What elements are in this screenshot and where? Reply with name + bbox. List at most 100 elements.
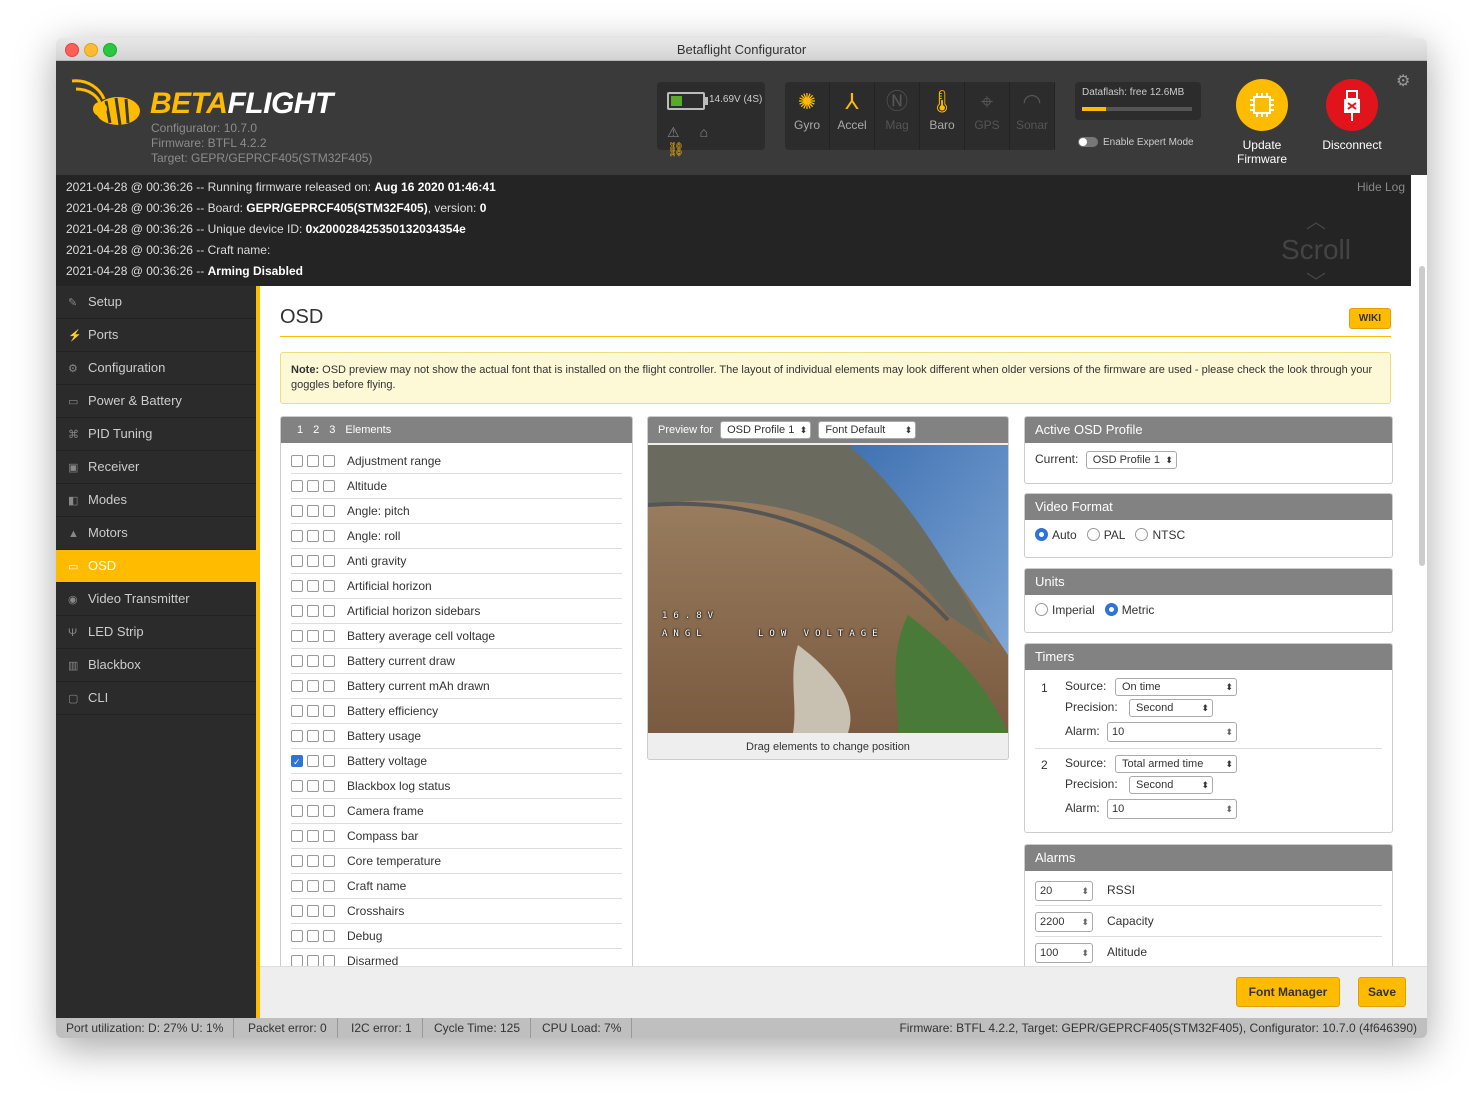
profile-1-checkbox[interactable]	[291, 929, 303, 942]
profile-2-checkbox[interactable]	[307, 929, 319, 942]
profile-1-checkbox[interactable]	[291, 779, 303, 792]
alarm-value-input[interactable]: 20	[1035, 880, 1093, 901]
profile-3-checkbox[interactable]	[323, 854, 335, 867]
profile-2-checkbox[interactable]	[307, 704, 319, 717]
profile-2-checkbox[interactable]	[307, 754, 319, 767]
profile-3-checkbox[interactable]	[323, 754, 335, 767]
profile-1-checkbox[interactable]	[291, 829, 303, 842]
sidebar-item-cli[interactable]: ▢ CLI	[56, 682, 256, 715]
sidebar-item-pid-tuning[interactable]: ⌘ PID Tuning	[56, 418, 256, 451]
profile-2-checkbox[interactable]	[307, 529, 319, 542]
profile-3-checkbox[interactable]	[323, 779, 335, 792]
sidebar-item-setup[interactable]: ✎ Setup	[56, 286, 256, 319]
expert-mode-toggle[interactable]: Enable Expert Mode	[1078, 137, 1194, 148]
profile-1-checkbox[interactable]	[291, 504, 303, 517]
radio-button[interactable]	[1086, 528, 1100, 542]
profile-3-checkbox[interactable]	[323, 479, 335, 492]
profile-2-checkbox[interactable]	[307, 454, 319, 467]
profile-3-checkbox[interactable]	[323, 654, 335, 667]
sidebar-item-led-strip[interactable]: Ψ LED Strip	[56, 616, 256, 649]
profile-3-checkbox[interactable]	[323, 929, 335, 942]
profile-1-checkbox[interactable]	[291, 454, 303, 467]
sidebar-item-motors[interactable]: ▲ Motors	[56, 517, 256, 550]
hide-log-link[interactable]: Hide Log	[1357, 180, 1405, 194]
radio-button[interactable]	[1104, 603, 1118, 617]
osd-warning-element[interactable]: LOW VOLTAGE	[758, 629, 884, 639]
disconnect-label[interactable]: Disconnect	[1312, 138, 1392, 152]
profile-2-checkbox[interactable]	[307, 804, 319, 817]
profile-3-checkbox[interactable]	[323, 629, 335, 642]
profile-2-checkbox[interactable]	[307, 679, 319, 692]
profile-1-checkbox[interactable]	[291, 954, 303, 966]
profile-3-checkbox[interactable]	[323, 554, 335, 567]
font-select[interactable]: Font Default	[818, 421, 917, 439]
profile-3-checkbox[interactable]	[323, 829, 335, 842]
profile-2-checkbox[interactable]	[307, 579, 319, 592]
profile-1-checkbox[interactable]	[291, 729, 303, 742]
profile-2-checkbox[interactable]	[307, 604, 319, 617]
profile-2-checkbox[interactable]	[307, 554, 319, 567]
osd-angle-element[interactable]: ANGL	[662, 629, 708, 639]
timer-alarm-input[interactable]: 10	[1107, 799, 1237, 819]
video-format-option-ntsc[interactable]: NTSC	[1135, 528, 1185, 542]
profile-2-checkbox[interactable]	[307, 829, 319, 842]
preview-profile-select[interactable]: OSD Profile 1	[720, 421, 812, 439]
sidebar-item-receiver[interactable]: ▣ Receiver	[56, 451, 256, 484]
profile-2-checkbox[interactable]	[307, 729, 319, 742]
timer-precision-select[interactable]: Second	[1129, 776, 1213, 794]
osd-voltage-element[interactable]: 16.8V	[662, 611, 719, 621]
page-scrollbar[interactable]	[1419, 266, 1425, 566]
profile-2-checkbox[interactable]	[307, 904, 319, 917]
alarm-value-input[interactable]: 2200	[1035, 911, 1093, 932]
profile-2-checkbox[interactable]	[307, 854, 319, 867]
timer-alarm-input[interactable]: 10	[1107, 722, 1237, 742]
profile-3-checkbox[interactable]	[323, 504, 335, 517]
profile-3-checkbox[interactable]	[323, 604, 335, 617]
profile-2-checkbox[interactable]	[307, 879, 319, 892]
sidebar-item-blackbox[interactable]: ▥ Blackbox	[56, 649, 256, 682]
profile-3-checkbox[interactable]	[323, 954, 335, 966]
profile-1-checkbox[interactable]	[291, 750, 303, 774]
profile-1-checkbox[interactable]	[291, 904, 303, 917]
profile-1-checkbox[interactable]	[291, 654, 303, 667]
profile-3-checkbox[interactable]	[323, 529, 335, 542]
profile-3-checkbox[interactable]	[323, 904, 335, 917]
profile-3-checkbox[interactable]	[323, 879, 335, 892]
current-profile-select[interactable]: OSD Profile 1	[1085, 451, 1177, 469]
profile-1-checkbox[interactable]	[291, 479, 303, 492]
radio-button[interactable]	[1035, 528, 1048, 542]
font-manager-button[interactable]: Font Manager	[1236, 977, 1340, 1007]
profile-2-checkbox[interactable]	[307, 504, 319, 517]
radio-button[interactable]	[1035, 603, 1048, 617]
profile-1-checkbox[interactable]	[291, 579, 303, 592]
video-format-option-pal[interactable]: PAL	[1086, 528, 1125, 542]
profile-2-checkbox[interactable]	[307, 629, 319, 642]
wiki-button[interactable]: WIKI	[1348, 308, 1391, 329]
profile-3-checkbox[interactable]	[323, 804, 335, 817]
osd-video-preview[interactable]: 16.8V ANGL LOW VOLTAGE	[648, 445, 1008, 733]
sidebar-item-configuration[interactable]: ⚙ Configuration	[56, 352, 256, 385]
profile-1-checkbox[interactable]	[291, 804, 303, 817]
profile-3-checkbox[interactable]	[323, 704, 335, 717]
units-option-metric[interactable]: Metric	[1104, 603, 1154, 617]
save-button[interactable]: Save	[1358, 977, 1406, 1007]
scroll-indicator[interactable]: ︿ Scroll ﹀	[1281, 205, 1351, 295]
profile-1-checkbox[interactable]	[291, 529, 303, 542]
timer-source-select[interactable]: On time	[1115, 678, 1237, 696]
disconnect-button[interactable]	[1326, 79, 1378, 131]
sidebar-item-osd[interactable]: ▭ OSD	[56, 550, 256, 583]
profile-1-checkbox[interactable]	[291, 604, 303, 617]
profile-3-checkbox[interactable]	[323, 454, 335, 467]
profile-1-checkbox[interactable]	[291, 854, 303, 867]
units-option-imperial[interactable]: Imperial	[1035, 603, 1095, 617]
update-firmware-button[interactable]	[1236, 79, 1288, 131]
profile-1-checkbox[interactable]	[291, 554, 303, 567]
profile-2-checkbox[interactable]	[307, 779, 319, 792]
settings-gear-icon[interactable]: ⚙	[1396, 71, 1410, 91]
profile-3-checkbox[interactable]	[323, 679, 335, 692]
profile-1-checkbox[interactable]	[291, 629, 303, 642]
profile-2-checkbox[interactable]	[307, 954, 319, 966]
toggle-switch[interactable]	[1078, 137, 1098, 148]
update-firmware-label[interactable]: Update Firmware	[1222, 138, 1302, 166]
profile-2-checkbox[interactable]	[307, 654, 319, 667]
